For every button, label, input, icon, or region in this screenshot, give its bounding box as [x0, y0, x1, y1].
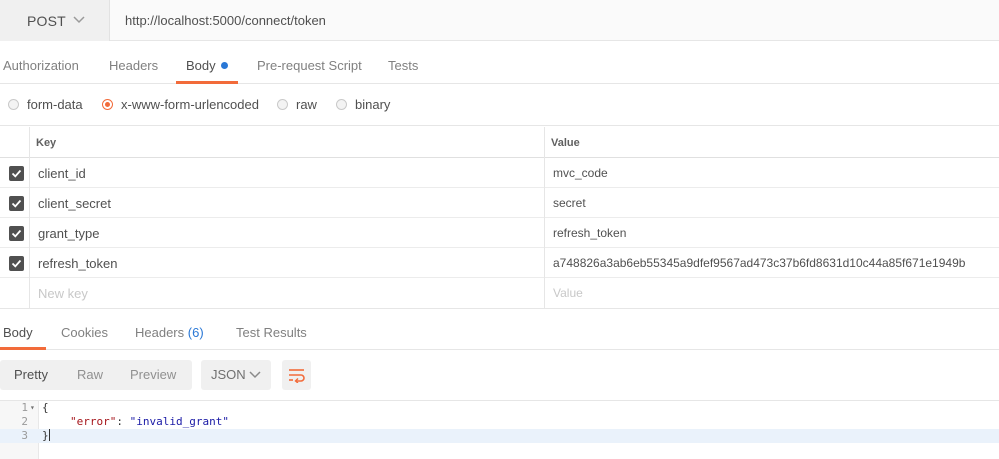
table-row: refresh_token a748826a3ab6eb55345a9dfef9… [0, 248, 999, 278]
chevron-down-icon [249, 371, 261, 379]
table-row: client_secret secret [0, 188, 999, 218]
modified-dot-icon [220, 62, 228, 69]
row-enabled-checkbox[interactable] [9, 166, 24, 181]
radio-button[interactable] [336, 98, 347, 110]
tab-response-headers[interactable]: Headers (6) [135, 309, 204, 350]
new-row: New key Value [0, 278, 999, 308]
tab-label: Tests [388, 58, 419, 73]
json-string-value: "invalid_grant" [129, 415, 229, 428]
format-label: JSON [211, 367, 246, 382]
json-key: "error" [70, 415, 117, 428]
line-number: 1 [21, 401, 28, 414]
table-row: grant_type refresh_token [0, 218, 999, 248]
tab-response-body[interactable]: Body [0, 309, 46, 350]
tab-label: Cookies [61, 325, 108, 340]
tab-tests[interactable]: Tests [388, 41, 418, 84]
table-row: client_id mvc_code [0, 158, 999, 188]
new-value-input[interactable]: Value [553, 286, 583, 300]
radio-binary[interactable]: binary [336, 94, 390, 114]
check-icon [11, 259, 22, 268]
url-input[interactable]: http://localhost:5000/connect/token [125, 13, 326, 28]
tab-label: Test Results [236, 325, 307, 340]
tab-label: Body [3, 325, 33, 340]
key-field[interactable]: client_id [38, 166, 86, 181]
radio-form-data[interactable]: form-data [8, 94, 83, 114]
tab-headers[interactable]: Headers [109, 41, 158, 84]
radio-label: binary [355, 96, 391, 112]
tab-label: Authorization [3, 58, 79, 73]
tab-test-results[interactable]: Test Results [236, 309, 307, 350]
code-line: 1 ▾ { [0, 401, 999, 415]
column-divider [29, 127, 30, 308]
body-type-selector: form-data x-www-form-urlencoded raw bina… [0, 84, 999, 126]
request-tabs: Authorization Headers Body Pre-request S… [0, 41, 999, 84]
value-field[interactable]: a748826a3ab6eb55345a9dfef9567ad473c37b6f… [553, 256, 965, 270]
method-selector[interactable]: POST [0, 0, 110, 41]
format-dropdown[interactable]: JSON [201, 360, 271, 390]
key-field[interactable]: refresh_token [38, 256, 118, 271]
radio-x-www-form-urlencoded[interactable]: x-www-form-urlencoded [102, 94, 259, 114]
fold-arrow-icon[interactable]: ▾ [30, 401, 35, 415]
tab-label: Body [186, 58, 216, 73]
chevron-down-icon [73, 16, 85, 24]
value-field[interactable]: mvc_code [553, 166, 608, 180]
row-enabled-checkbox[interactable] [9, 196, 24, 211]
code-text: "error": "invalid_grant" [70, 415, 229, 429]
check-icon [11, 199, 22, 208]
line-number: 2 [21, 415, 28, 428]
response-tabs: Body Cookies Headers (6) Test Results [0, 308, 999, 350]
value-field[interactable]: refresh_token [553, 226, 626, 240]
code-line-active: 3 } [0, 429, 999, 443]
tab-authorization[interactable]: Authorization [3, 41, 79, 84]
table-header: Key Value [0, 127, 999, 158]
pretty-button[interactable]: Pretty [14, 367, 48, 382]
check-icon [11, 169, 22, 178]
text-cursor [48, 429, 50, 441]
value-column-header: Value [551, 137, 580, 149]
column-divider [544, 127, 545, 308]
radio-button[interactable] [102, 98, 113, 110]
code-text: } [42, 429, 50, 443]
radio-label: form-data [27, 96, 83, 112]
key-field[interactable]: grant_type [38, 226, 99, 241]
method-label: POST [27, 13, 66, 29]
tab-label: Pre-request Script [257, 58, 362, 73]
tab-body[interactable]: Body [176, 41, 238, 84]
code-line: 2 "error": "invalid_grant" [0, 415, 999, 429]
row-enabled-checkbox[interactable] [9, 226, 24, 241]
wrap-lines-icon [289, 369, 305, 383]
row-enabled-checkbox[interactable] [9, 256, 24, 271]
closing-brace: } [42, 429, 49, 442]
json-separator: : [116, 415, 130, 428]
new-key-input[interactable]: New key [38, 286, 88, 301]
raw-button[interactable]: Raw [77, 367, 103, 382]
request-url-bar: POST http://localhost:5000/connect/token [0, 0, 999, 41]
headers-count-badge: (6) [187, 325, 204, 340]
key-field[interactable]: client_secret [38, 196, 111, 211]
check-icon [11, 229, 22, 238]
tab-label: Headers [135, 325, 185, 340]
response-toolbar: Pretty Raw Preview JSON [0, 350, 999, 401]
radio-raw[interactable]: raw [277, 94, 317, 114]
radio-label: raw [296, 96, 317, 112]
tab-label: Headers [109, 58, 159, 73]
radio-label: x-www-form-urlencoded [121, 96, 259, 112]
code-text: { [42, 401, 49, 414]
line-number: 3 [21, 429, 28, 442]
tab-cookies[interactable]: Cookies [61, 309, 108, 350]
value-field[interactable]: secret [553, 196, 586, 210]
params-table: Key Value client_id mvc_code client_secr… [0, 127, 999, 308]
preview-button[interactable]: Preview [130, 367, 176, 382]
tab-pre-request-script[interactable]: Pre-request Script [257, 41, 362, 84]
radio-button[interactable] [277, 98, 288, 110]
view-mode-group: Pretty Raw Preview [0, 360, 192, 390]
wrap-lines-button[interactable] [282, 360, 311, 390]
response-body-viewer[interactable]: 1 ▾ { 2 "error": "invalid_grant" 3 } [0, 401, 999, 459]
key-column-header: Key [36, 137, 57, 149]
radio-button[interactable] [8, 98, 19, 110]
